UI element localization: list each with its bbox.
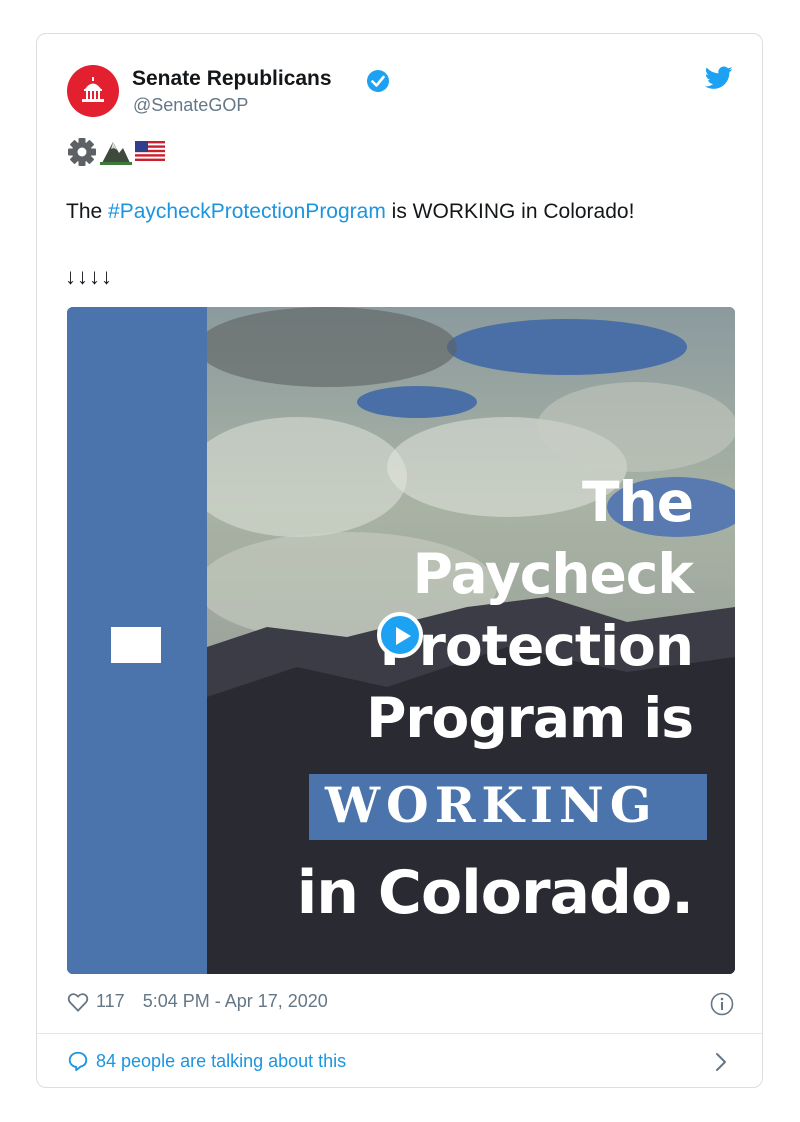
chevron-right-icon[interactable] xyxy=(714,1051,728,1073)
tweet-text-after: is WORKING in Colorado! xyxy=(385,200,635,223)
tweet-timestamp[interactable]: 5:04 PM - Apr 17, 2020 xyxy=(143,991,328,1012)
down-arrows: ↓↓↓↓ xyxy=(65,264,113,289)
media-line-program: Program is xyxy=(366,686,694,750)
account-name[interactable]: Senate Republicans xyxy=(132,67,332,91)
footer-divider xyxy=(37,1033,762,1034)
talking-count-text[interactable]: 84 people are talking about this xyxy=(96,1051,346,1072)
heart-icon[interactable] xyxy=(67,992,89,1012)
tweet-card: Senate Republicans @SenateGOP The #Paych… xyxy=(36,33,763,1088)
media-line-paycheck: Paycheck xyxy=(412,542,694,606)
us-flag-icon xyxy=(135,141,165,163)
colorado-state-shape xyxy=(111,627,161,663)
hashtag-link[interactable]: #PaycheckProtectionProgram xyxy=(108,200,386,223)
tweet-text: The #PaycheckProtectionProgram is WORKIN… xyxy=(66,200,634,224)
tweet-meta: 117 5:04 PM - Apr 17, 2020 xyxy=(67,991,328,1012)
tweet-text-before: The xyxy=(66,200,109,223)
media-line-working: WORKING xyxy=(325,776,658,834)
gear-icon xyxy=(68,138,96,166)
twitter-bird-icon[interactable] xyxy=(705,66,733,90)
emoji-row xyxy=(67,137,165,167)
media-line-protection: Protection xyxy=(379,614,694,678)
conversation-link[interactable]: 84 people are talking about this xyxy=(67,1050,346,1072)
account-handle[interactable]: @SenateGOP xyxy=(133,95,248,116)
play-icon xyxy=(396,627,411,645)
play-button[interactable] xyxy=(377,612,423,658)
mountain-icon xyxy=(100,142,132,165)
media-video[interactable]: The Paycheck Protection Program is WORKI… xyxy=(67,307,735,974)
avatar[interactable] xyxy=(67,65,119,117)
media-line-colorado: in Colorado. xyxy=(296,858,694,928)
like-count[interactable]: 117 xyxy=(96,991,125,1012)
media-line-the: The xyxy=(582,470,694,534)
info-icon[interactable] xyxy=(710,992,734,1016)
verified-badge-icon xyxy=(367,70,389,92)
speech-bubble-icon xyxy=(68,1051,88,1072)
capitol-icon xyxy=(82,77,104,102)
